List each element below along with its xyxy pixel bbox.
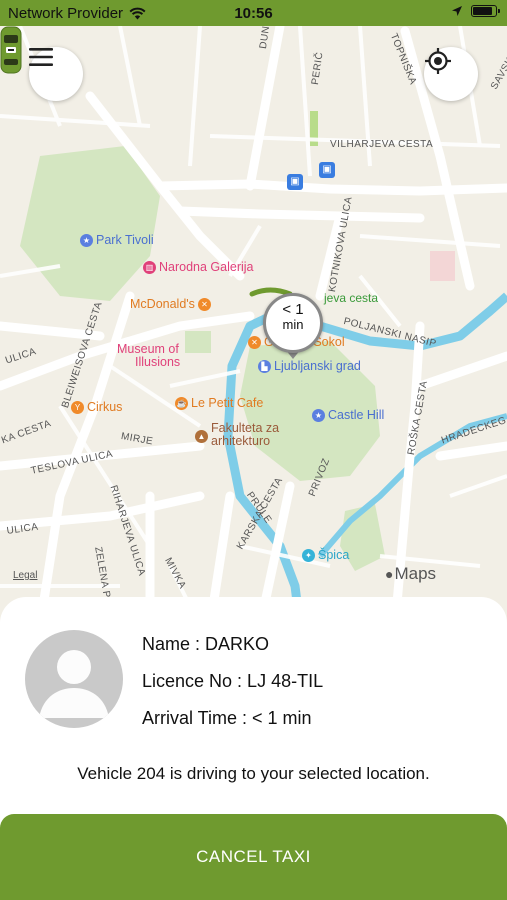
street-label-green: jeva cesta [324, 291, 379, 305]
driver-info-sheet: Name : DARKO Licence No : LJ 48-TIL Arri… [0, 597, 507, 900]
poi-label: Cirkus [87, 400, 123, 414]
location-arrow-icon [452, 6, 462, 16]
map-view[interactable]: DUNAJSKA TOPNIŠKA VILHARJEVA CESTA KOTNI… [0, 26, 507, 626]
poi-label: Ljubljanski grad [274, 359, 361, 373]
driver-details: Name : DARKO Licence No : LJ 48-TIL Arri… [142, 633, 323, 744]
trip-status-message: Vehicle 204 is driving to your selected … [77, 764, 430, 783]
menu-button[interactable] [29, 47, 83, 101]
map-base [0, 26, 507, 626]
poi-label: McDonald's [130, 297, 195, 311]
street-label: VILHARJEVA CESTA [330, 139, 434, 150]
castle-icon: ▙ [258, 359, 271, 373]
eta-pin: < 1 min [263, 293, 323, 353]
poi-ljubljanski-grad[interactable]: ▙ Ljubljanski grad [258, 359, 361, 373]
poi-park-tivoli[interactable]: ★ Park Tivoli [80, 233, 154, 247]
bus-stop-icon[interactable]: ▣ [319, 162, 335, 178]
poi-fakulteta[interactable]: ▲ Fakulteta za arhitekturo [195, 422, 279, 448]
poi-label: Narodna Galerija [159, 260, 254, 274]
bus-stop-icon[interactable]: ▣ [287, 174, 303, 190]
poi-label: Illusions [135, 355, 181, 369]
poi-museum-of-illusions[interactable]: Museum of Illusions [117, 343, 180, 369]
poi-castle-hill[interactable]: ★ Castle Hill [312, 408, 384, 422]
apple-logo-icon: ● [385, 566, 394, 582]
restaurant-icon: ✕ [197, 297, 211, 311]
legal-link[interactable]: Legal [13, 570, 37, 581]
status-time: 10:56 [234, 5, 273, 22]
star-icon: ★ [80, 233, 93, 247]
restaurant-icon: ✕ [248, 335, 261, 349]
museum-icon: ▥ [143, 260, 156, 274]
school-icon: ▲ [195, 430, 208, 443]
driver-arrival-time: Arrival Time : < 1 min [142, 708, 312, 728]
poi-label: arhitekturo [211, 434, 271, 448]
hamburger-menu-icon [29, 48, 53, 66]
cancel-taxi-button[interactable]: CANCEL TAXI [0, 814, 507, 900]
battery-level [473, 7, 492, 15]
viewpoint-icon: ✦ [302, 548, 315, 562]
driver-licence: Licence No : LJ 48-TIL [142, 671, 324, 691]
poi-label: Le Petit Cafe [191, 396, 264, 410]
poi-label: Castle Hill [328, 408, 385, 422]
poi-spica[interactable]: ✦ Špica [302, 548, 349, 562]
battery-icon [471, 5, 500, 17]
person-placeholder-icon [39, 650, 109, 718]
star-icon: ★ [312, 408, 325, 422]
crosshair-location-icon [425, 48, 451, 74]
poi-le-petit-cafe[interactable]: ☕ Le Petit Cafe [175, 396, 263, 410]
nightlife-icon: Y [71, 400, 84, 414]
taxi-car-icon [0, 26, 22, 74]
poi-label: Špica [318, 548, 350, 562]
cafe-icon: ☕ [175, 396, 188, 410]
poi-cirkus[interactable]: Y Cirkus [71, 400, 122, 414]
poi-narodna-galerija[interactable]: ▥ Narodna Galerija [143, 260, 254, 274]
status-bar: Network Provider 10:56 [0, 0, 507, 26]
poi-mcdonalds[interactable]: McDonald's ✕ [130, 297, 211, 311]
driver-name: Name : DARKO [142, 634, 270, 654]
driver-avatar [25, 630, 123, 728]
maps-attribution: ● Maps [385, 564, 437, 583]
eta-value: < 1 [282, 301, 304, 318]
locate-me-button[interactable] [424, 47, 478, 101]
eta-unit: min [282, 317, 304, 332]
poi-label: Park Tivoli [96, 233, 154, 247]
